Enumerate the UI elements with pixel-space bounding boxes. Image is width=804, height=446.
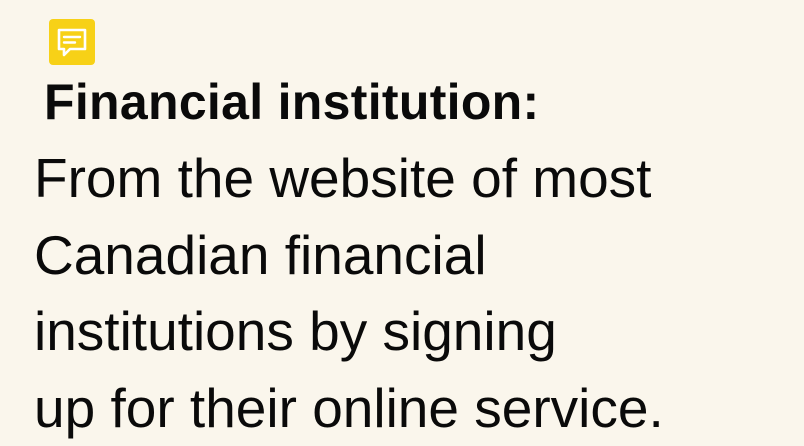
body-line: up for their online service. [34, 370, 804, 446]
body-line: Canadian financial [34, 217, 804, 294]
body-paragraph: From the website of most Canadian financ… [34, 140, 804, 446]
body-line: From the website of most [34, 140, 804, 217]
body-line: institutions by signing [34, 293, 804, 370]
section-heading: Financial institution: [44, 64, 539, 140]
comment-note-icon [49, 19, 95, 65]
